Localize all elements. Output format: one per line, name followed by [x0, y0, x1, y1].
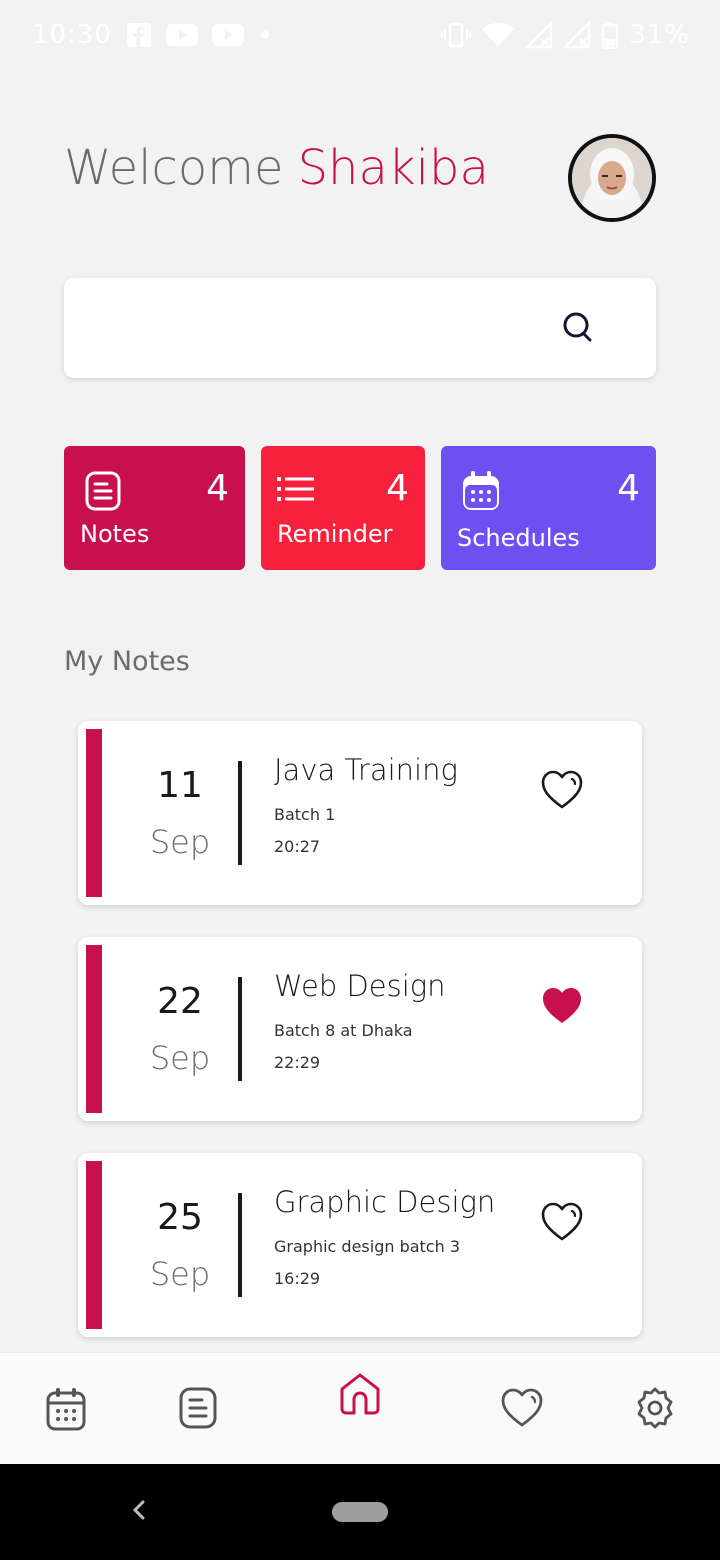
note-time: 16:29 [274, 1269, 321, 1288]
battery-icon [602, 22, 619, 49]
reminder-label: Reminder [277, 520, 393, 548]
note-card[interactable]: 22 Sep Web Design Batch 8 at Dhaka 22:29 [78, 937, 642, 1121]
note-divider [238, 1193, 242, 1297]
note-day: 11 [157, 765, 203, 806]
note-day: 22 [157, 981, 203, 1022]
vibrate-icon [441, 22, 472, 48]
schedules-label: Schedules [457, 524, 580, 552]
reminder-count: 4 [386, 468, 409, 509]
back-icon[interactable] [128, 1496, 148, 1524]
note-accent-bar [86, 945, 102, 1113]
note-time: 22:29 [274, 1053, 321, 1072]
notification-icons [126, 22, 272, 48]
reminder-card[interactable]: 4 Reminder [261, 446, 425, 570]
notes-card[interactable]: 4 Notes [64, 446, 245, 570]
status-time: 10:30 [32, 20, 112, 50]
note-card[interactable]: 25 Sep Graphic Design Graphic design bat… [78, 1153, 642, 1337]
signal-icon [525, 21, 553, 49]
search-input[interactable] [64, 278, 656, 378]
note-icon [85, 471, 121, 511]
schedules-count: 4 [617, 468, 640, 509]
note-accent-bar [86, 729, 102, 897]
heart-icon[interactable] [500, 1387, 544, 1429]
user-avatar [572, 138, 652, 218]
home-gesture-pill[interactable] [332, 1502, 388, 1522]
youtube-icon [212, 24, 244, 46]
note-title: Graphic Design [274, 1185, 496, 1219]
note-month: Sep [149, 1255, 211, 1293]
heart-filled-icon[interactable] [540, 985, 584, 1027]
note-title: Web Design [274, 969, 446, 1003]
note-icon[interactable] [179, 1387, 217, 1429]
note-title: Java Training [274, 753, 458, 787]
note-divider [238, 977, 242, 1081]
note-divider [238, 761, 242, 865]
battery-level: 31% [629, 20, 690, 50]
bottom-nav [0, 1352, 720, 1464]
calendar-icon[interactable] [46, 1387, 86, 1431]
schedules-card[interactable]: 4 Schedules [441, 446, 656, 570]
status-bar: 10:30 31% [0, 0, 720, 72]
note-month: Sep [149, 1039, 211, 1077]
note-month: Sep [149, 823, 211, 861]
note-card[interactable]: 11 Sep Java Training Batch 1 20:27 [78, 721, 642, 905]
youtube-icon [166, 24, 198, 46]
heart-outline-icon[interactable] [540, 1201, 584, 1243]
signal-icon [563, 21, 591, 49]
heart-outline-icon[interactable] [540, 769, 584, 811]
note-subtitle: Batch 1 [274, 805, 336, 824]
system-status: 31% [441, 20, 690, 50]
home-icon[interactable] [338, 1371, 382, 1415]
calendar-icon [463, 471, 499, 510]
note-accent-bar [86, 1161, 102, 1329]
notes-label: Notes [80, 520, 150, 548]
avatar[interactable] [568, 134, 656, 222]
welcome-heading: Welcome Shakiba [64, 140, 489, 196]
facebook-icon [127, 23, 151, 47]
section-title: My Notes [64, 646, 190, 677]
search-icon[interactable] [562, 311, 594, 345]
welcome-text: Welcome [64, 140, 284, 196]
note-subtitle: Graphic design batch 3 [274, 1237, 461, 1256]
settings-icon[interactable] [634, 1387, 676, 1429]
note-time: 20:27 [274, 837, 321, 856]
notes-count: 4 [206, 468, 229, 509]
user-name: Shakiba [297, 140, 489, 196]
note-subtitle: Batch 8 at Dhaka [274, 1021, 413, 1040]
note-day: 25 [157, 1197, 203, 1238]
wifi-icon [482, 23, 515, 47]
dot-icon [261, 31, 269, 39]
list-icon [277, 477, 314, 501]
